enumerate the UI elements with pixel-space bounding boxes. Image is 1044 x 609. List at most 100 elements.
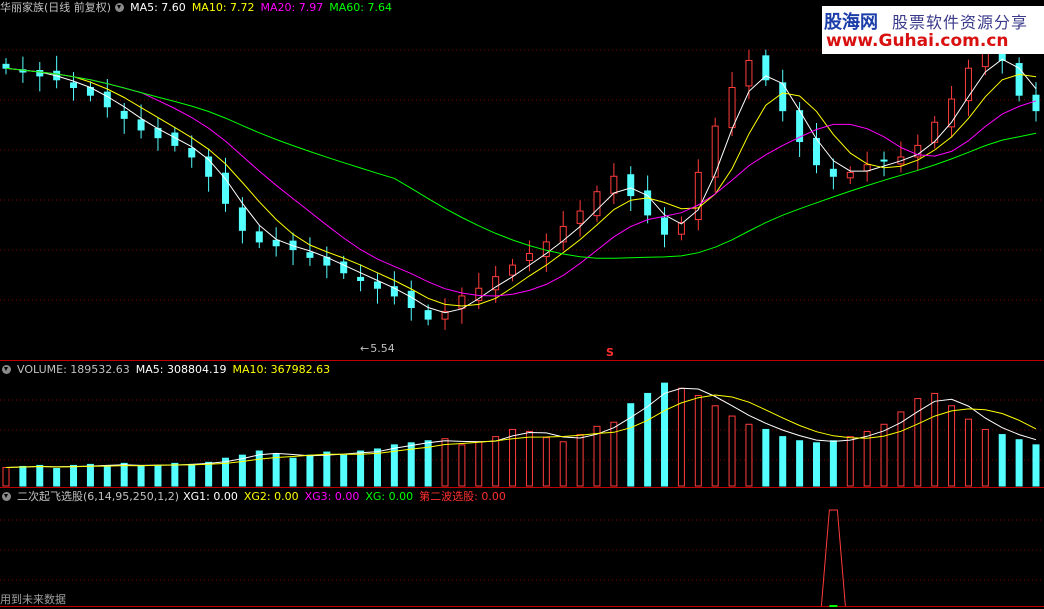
candle-body bbox=[661, 217, 669, 235]
stock-chart[interactable] bbox=[0, 0, 1044, 609]
volume-bar bbox=[863, 430, 871, 487]
candle-body bbox=[357, 276, 365, 282]
volume-bar bbox=[576, 434, 584, 487]
volume-bar bbox=[981, 428, 989, 487]
xg2-label: XG2: 0.00 bbox=[243, 490, 299, 503]
volume-bar bbox=[880, 423, 888, 487]
volume-bar bbox=[373, 448, 381, 487]
dropdown-icon[interactable] bbox=[2, 364, 11, 374]
volume-bar bbox=[120, 462, 128, 487]
candle-body bbox=[627, 174, 635, 197]
candle-body bbox=[576, 210, 584, 224]
volume-bar bbox=[796, 440, 804, 487]
volume-bar bbox=[171, 462, 179, 487]
volume-bar bbox=[357, 450, 365, 487]
volume-bar bbox=[2, 466, 10, 487]
candle-body bbox=[610, 175, 618, 194]
volume-bar bbox=[272, 453, 280, 487]
xg1-label: XG1: 0.00 bbox=[183, 490, 238, 503]
volume-bar bbox=[340, 454, 348, 487]
candle-body bbox=[407, 290, 415, 309]
candle-body bbox=[2, 63, 10, 69]
candle-body bbox=[525, 252, 533, 261]
indicator-signal-line bbox=[820, 509, 846, 607]
candle-body bbox=[373, 281, 381, 289]
ma60-line bbox=[5, 67, 1037, 259]
dropdown-icon[interactable] bbox=[115, 2, 125, 12]
volume-bar bbox=[846, 436, 854, 487]
watermark-slogan: 股票软件资源分享 bbox=[892, 13, 1029, 32]
volume-bar bbox=[306, 454, 314, 487]
volume-bar bbox=[458, 444, 466, 487]
candle-body bbox=[222, 172, 230, 204]
volume-bar bbox=[289, 457, 297, 487]
volume-bar bbox=[103, 465, 111, 487]
candle-body bbox=[272, 239, 280, 247]
candle-body bbox=[424, 310, 432, 320]
price-header: 华丽家族(日线 前复权) MA5: 7.60 MA10: 7.72 MA20: 7.9… bbox=[0, 0, 398, 16]
volume-bar bbox=[188, 463, 196, 487]
indicator-header: 二次起飞选股(6,14,95,250,1,2) XG1: 0.00 XG2: 0.0… bbox=[0, 489, 512, 505]
volume-bar bbox=[661, 382, 669, 487]
candle-body bbox=[745, 59, 753, 87]
volume-bar bbox=[238, 454, 246, 487]
candle-body bbox=[188, 147, 196, 158]
volume-bar bbox=[137, 465, 145, 487]
candle-body bbox=[509, 264, 517, 276]
volume-bar bbox=[931, 392, 939, 487]
volume-bar bbox=[829, 440, 837, 487]
s-marker: S bbox=[606, 346, 614, 359]
volume-bar bbox=[1015, 439, 1023, 487]
ma5-label: MA5: 7.60 bbox=[130, 1, 186, 14]
footer-note: 用到未来数据 bbox=[0, 593, 66, 606]
volume-bar bbox=[559, 441, 567, 487]
volume-bar bbox=[593, 425, 601, 487]
candle-body bbox=[255, 231, 263, 243]
low-price-label: 5.54 bbox=[370, 342, 395, 355]
dropdown-icon[interactable] bbox=[2, 491, 11, 501]
candle-body bbox=[728, 86, 736, 129]
watermark-url: www.Guhai.com.cn bbox=[826, 31, 1009, 51]
volume-ma5-label: MA5: 308804.19 bbox=[135, 363, 227, 376]
watermark-logo: 股海网 股票软件资源分享 www.Guhai.com.cn bbox=[822, 6, 1044, 54]
volume-bar bbox=[19, 465, 27, 487]
volume-bar bbox=[86, 463, 94, 487]
volume-bar bbox=[711, 405, 719, 487]
ma60-label: MA60: 7.64 bbox=[329, 1, 392, 14]
stock-name: 华丽家族(日线 前复权) bbox=[0, 1, 112, 14]
volume-bar bbox=[1032, 444, 1040, 487]
ma20-label: MA20: 7.97 bbox=[260, 1, 324, 14]
volume-bar bbox=[441, 438, 449, 487]
volume-bar bbox=[948, 405, 956, 487]
ma5-line bbox=[5, 58, 1037, 314]
candle-body bbox=[120, 110, 128, 119]
candle-body bbox=[694, 171, 702, 221]
candle-body bbox=[829, 168, 837, 177]
ma20-line bbox=[5, 67, 1037, 297]
volume-bar bbox=[779, 436, 787, 487]
volume-bar bbox=[323, 451, 331, 487]
volume-bar bbox=[154, 464, 162, 487]
low-arrow-icon: ← bbox=[360, 342, 370, 355]
candle-body bbox=[846, 171, 854, 179]
volume-bar bbox=[525, 430, 533, 487]
wave2-label: 第二波选股: 0.00 bbox=[419, 490, 506, 503]
candle-body bbox=[70, 82, 78, 88]
volume-bar bbox=[745, 423, 753, 487]
candle-body bbox=[1032, 94, 1040, 112]
candle-body bbox=[238, 207, 246, 231]
low-price-annotation: ←5.54 bbox=[360, 341, 401, 357]
volume-label: VOLUME: 189532.63 bbox=[17, 363, 130, 376]
volume-bar bbox=[255, 450, 263, 487]
candle-body bbox=[103, 91, 111, 108]
candle-body bbox=[880, 159, 888, 162]
volume-bar bbox=[728, 415, 736, 487]
candle-body bbox=[559, 225, 567, 243]
candle-body bbox=[306, 252, 314, 258]
volume-bar bbox=[694, 394, 702, 487]
xg3-label: XG3: 0.00 bbox=[304, 490, 360, 503]
xg-label: XG: 0.00 bbox=[365, 490, 414, 503]
volume-bar bbox=[762, 428, 770, 487]
volume-bar bbox=[36, 464, 44, 487]
volume-bar bbox=[509, 428, 517, 487]
